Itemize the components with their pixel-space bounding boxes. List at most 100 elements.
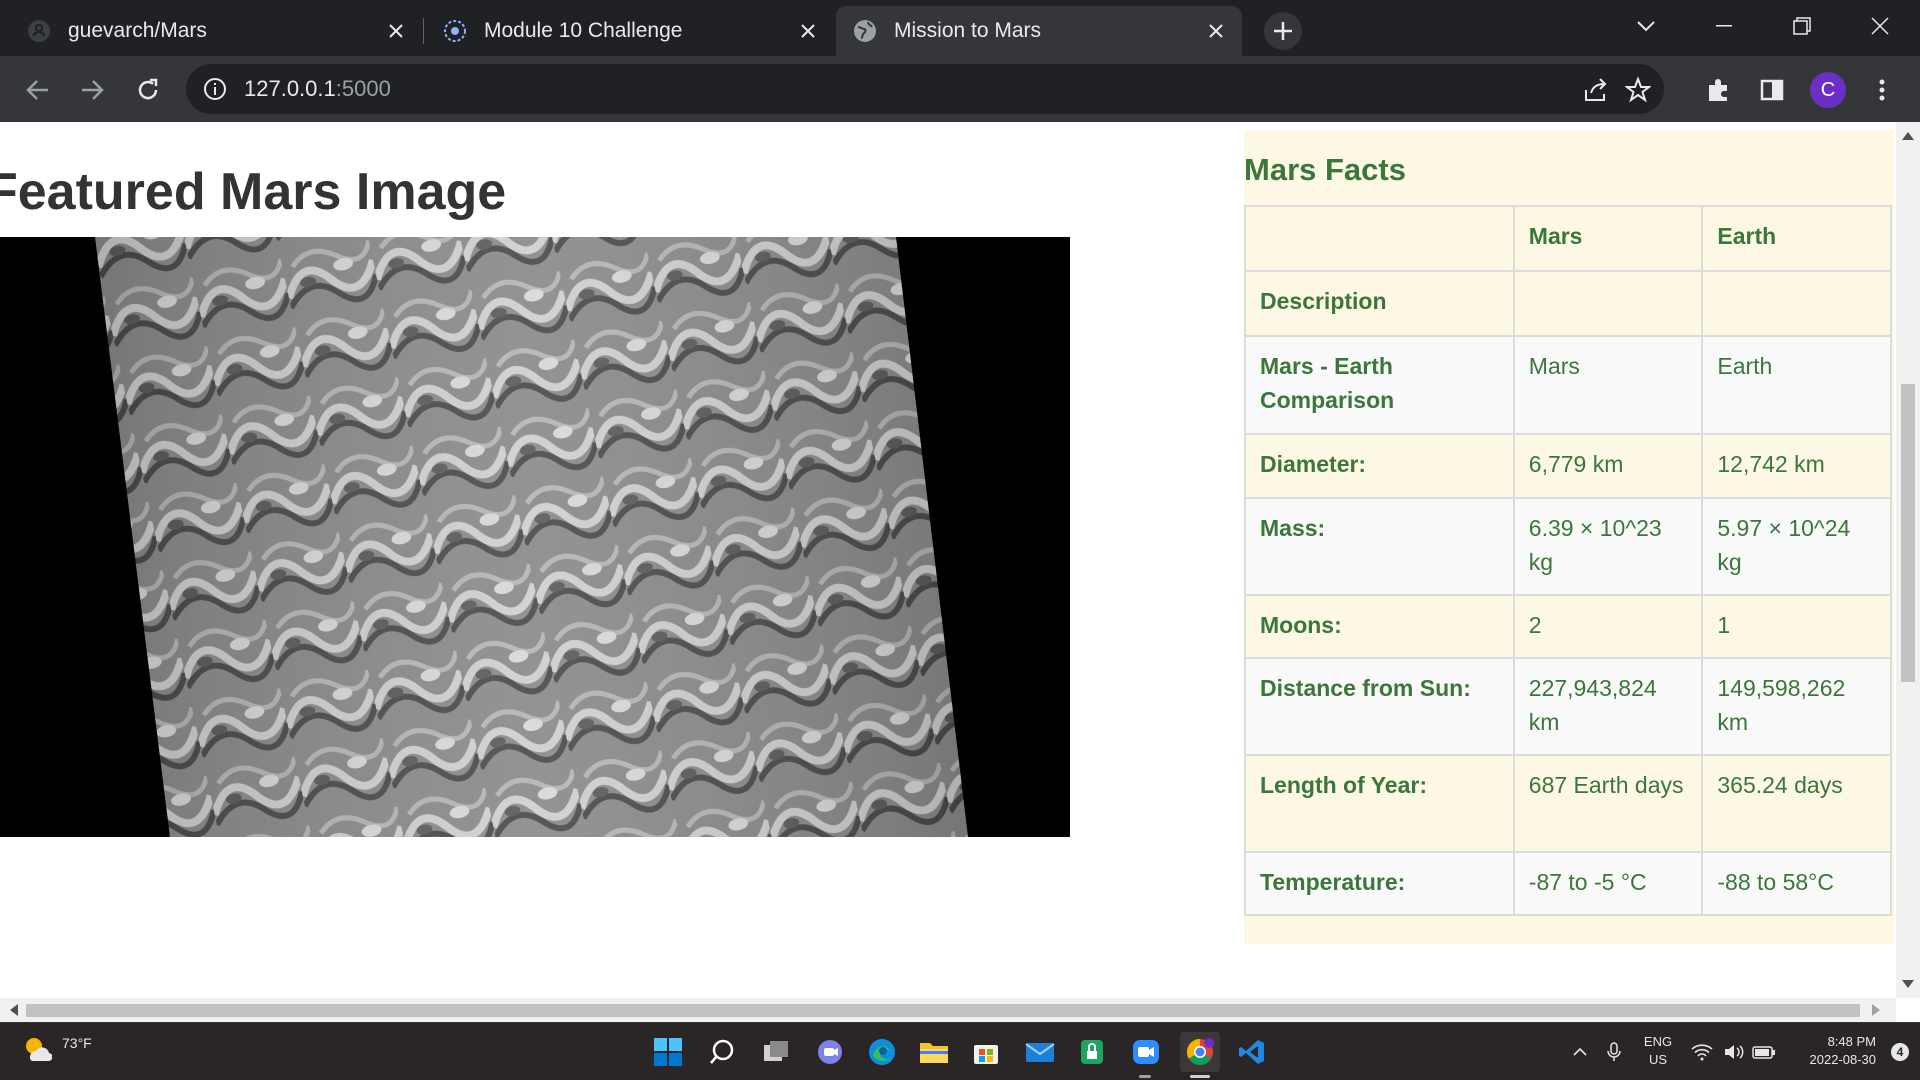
row-label: Mass: <box>1244 497 1515 596</box>
tab-title: guevarch/Mars <box>68 19 207 42</box>
share-icon[interactable] <box>1582 76 1610 104</box>
site-info-icon[interactable] <box>202 76 228 102</box>
featured-mars-image[interactable] <box>0 237 1070 837</box>
window-close-button[interactable] <box>1860 8 1900 44</box>
language-indicator[interactable]: ENG US <box>1640 1033 1676 1069</box>
table-row: Diameter: 6,779 km 12,742 km <box>1244 433 1892 499</box>
windows-taskbar: 73°F ENG US 8:48 PM 2022-08-30 4 <box>0 1022 1920 1080</box>
tab-strip: guevarch/Mars Module 10 Challenge Missio… <box>0 0 1920 56</box>
teams-chat-icon[interactable] <box>810 1032 850 1072</box>
battery-icon[interactable] <box>1744 1032 1784 1072</box>
bookmark-star-icon[interactable] <box>1624 76 1652 104</box>
restore-button[interactable] <box>1782 8 1822 44</box>
table-header-row: Mars Earth <box>1244 205 1892 272</box>
file-explorer-icon[interactable] <box>914 1032 954 1072</box>
earth-value: 5.97 × 10^24 kg <box>1701 497 1892 596</box>
table-row: Length of Year: 687 Earth days 365.24 da… <box>1244 754 1892 853</box>
menu-more-icon[interactable] <box>1864 72 1900 108</box>
table-row: Distance from Sun: 227,943,824 km 149,59… <box>1244 657 1892 756</box>
url-port: :5000 <box>335 76 391 101</box>
task-view-icon[interactable] <box>756 1032 796 1072</box>
chrome-app-icon[interactable] <box>1180 1032 1220 1072</box>
scroll-left-arrow-icon[interactable] <box>4 1000 24 1020</box>
github-icon <box>26 18 52 44</box>
mars-dunes-image <box>0 237 1070 837</box>
scroll-up-arrow-icon[interactable] <box>1898 126 1918 146</box>
tab-title: Module 10 Challenge <box>484 19 683 42</box>
password-lock-app-icon[interactable] <box>1072 1032 1112 1072</box>
mars-value: -87 to -5 °C <box>1512 851 1704 916</box>
page-viewport: Featured Mars Image Mars Facts Mars Eart… <box>0 122 1896 998</box>
keyboard-region: US <box>1648 1052 1668 1067</box>
module-icon <box>442 18 468 44</box>
tab-title: Mission to Mars <box>894 19 1042 42</box>
table-row: Mars - Earth Comparison Mars Earth <box>1244 335 1892 435</box>
horizontal-scrollbar[interactable] <box>0 998 1896 1022</box>
close-icon[interactable] <box>794 17 822 45</box>
language-code: ENG <box>1643 1034 1673 1049</box>
earth-value: 365.24 days <box>1701 754 1892 853</box>
mars-value: Mars <box>1512 335 1704 435</box>
earth-value: 12,742 km <box>1701 433 1892 499</box>
tab-search-chevron-down-icon[interactable] <box>1626 8 1666 44</box>
mars-value: 6,779 km <box>1512 433 1704 499</box>
notification-count: 4 <box>1896 1045 1904 1059</box>
earth-value: 149,598,262 km <box>1701 657 1892 756</box>
minimize-button[interactable] <box>1704 8 1744 44</box>
weather-temp: 73°F <box>62 1035 92 1051</box>
reload-button[interactable] <box>130 72 166 108</box>
active-indicator <box>1190 1075 1210 1078</box>
vscode-icon[interactable] <box>1232 1032 1272 1072</box>
microsoft-store-icon[interactable] <box>966 1032 1006 1072</box>
mars-value: 687 Earth days <box>1512 754 1704 853</box>
search-icon[interactable] <box>702 1032 742 1072</box>
clock-time: 8:48 PM <box>1827 1034 1876 1049</box>
clock-date: 2022-08-30 <box>1809 1052 1877 1067</box>
back-button[interactable] <box>20 72 56 108</box>
browser-toolbar: 127.0.0.1:5000 C <box>0 56 1920 122</box>
earth-value: Earth <box>1701 335 1892 435</box>
vertical-scroll-thumb[interactable] <box>1901 384 1915 682</box>
table-header-mars: Mars <box>1512 205 1704 272</box>
edge-browser-icon[interactable] <box>862 1032 902 1072</box>
tab-divider <box>423 18 424 44</box>
windows-start-icon[interactable] <box>648 1032 688 1072</box>
scroll-right-arrow-icon[interactable] <box>1866 1000 1886 1020</box>
tab-module-10-challenge[interactable]: Module 10 Challenge <box>426 6 834 56</box>
globe-icon <box>852 18 878 44</box>
earth-value: -88 to 58°C <box>1701 851 1892 916</box>
extensions-puzzle-icon[interactable] <box>1700 72 1736 108</box>
partly-sunny-icon <box>26 1038 52 1061</box>
address-bar[interactable]: 127.0.0.1:5000 <box>186 64 1664 114</box>
scroll-down-arrow-icon[interactable] <box>1898 974 1918 994</box>
tab-mission-to-mars[interactable]: Mission to Mars <box>836 6 1242 56</box>
forward-button[interactable] <box>74 72 110 108</box>
row-label: Diameter: <box>1244 433 1515 499</box>
clock[interactable]: 8:48 PM 2022-08-30 <box>1786 1033 1877 1069</box>
new-tab-button[interactable] <box>1264 12 1302 50</box>
profile-avatar[interactable]: C <box>1810 72 1846 108</box>
row-label: Moons: <box>1244 594 1515 659</box>
notification-badge[interactable]: 4 <box>1880 1032 1920 1072</box>
mars-facts-panel: Mars Facts Mars Earth Description Mars -… <box>1244 130 1894 944</box>
vertical-scrollbar[interactable] <box>1896 122 1920 998</box>
table-row: Temperature: -87 to -5 °C -88 to 58°C <box>1244 851 1892 916</box>
table-row: Moons: 2 1 <box>1244 594 1892 659</box>
tab-guevarch-mars[interactable]: guevarch/Mars <box>10 6 422 56</box>
horizontal-scroll-thumb[interactable] <box>26 1004 1860 1017</box>
mail-icon[interactable] <box>1020 1032 1060 1072</box>
side-panel-icon[interactable] <box>1754 72 1790 108</box>
mars-facts-table: Mars Earth Description Mars - Earth Comp… <box>1244 205 1892 916</box>
zoom-app-icon[interactable] <box>1126 1032 1166 1072</box>
close-icon[interactable] <box>1202 17 1230 45</box>
table-header-earth: Earth <box>1701 205 1892 272</box>
mars-value: 2 <box>1512 594 1704 659</box>
weather-widget[interactable]: 73°F <box>22 1035 92 1061</box>
row-label: Mars - Earth Comparison <box>1244 335 1515 435</box>
microphone-icon[interactable] <box>1594 1032 1634 1072</box>
earth-value: 1 <box>1701 594 1892 659</box>
mars-value: 6.39 × 10^23 kg <box>1512 497 1704 596</box>
close-icon[interactable] <box>382 17 410 45</box>
running-indicator <box>1139 1075 1151 1078</box>
table-header-cell <box>1244 205 1515 272</box>
